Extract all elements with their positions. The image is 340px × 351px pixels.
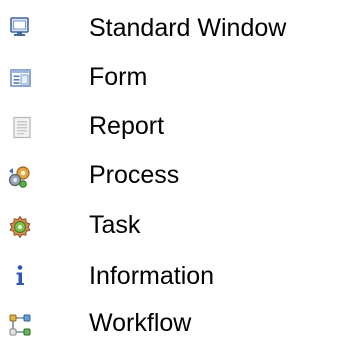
workflow-icon (8, 313, 32, 337)
menu-item-label: Standard Window (89, 14, 287, 42)
form-icon (9, 67, 33, 91)
menu-item-report[interactable]: Report (0, 111, 340, 165)
menu-item-label: Report (89, 112, 165, 140)
menu-item-label: Process (89, 161, 180, 189)
menu-item-standard-window[interactable]: Standard Window (0, 13, 340, 67)
menu-item-label: Workflow (89, 309, 192, 337)
menu-item-task[interactable]: Task (0, 210, 340, 264)
menu-item-label: Information (89, 262, 215, 290)
menu-item-form[interactable]: Form (0, 62, 340, 116)
report-icon (11, 116, 35, 140)
task-icon (8, 215, 32, 239)
menu-item-process[interactable]: Process (0, 160, 340, 214)
menu-item-label: Task (89, 211, 141, 239)
menu-item-label: Form (89, 63, 148, 91)
menu-item-workflow[interactable]: Workflow (0, 308, 340, 351)
process-icon (7, 165, 31, 189)
info-icon (8, 264, 32, 288)
window-type-list: Standard Window Form Report Process Task… (0, 0, 340, 351)
menu-item-information[interactable]: Information (0, 261, 340, 315)
window-icon (8, 16, 32, 40)
